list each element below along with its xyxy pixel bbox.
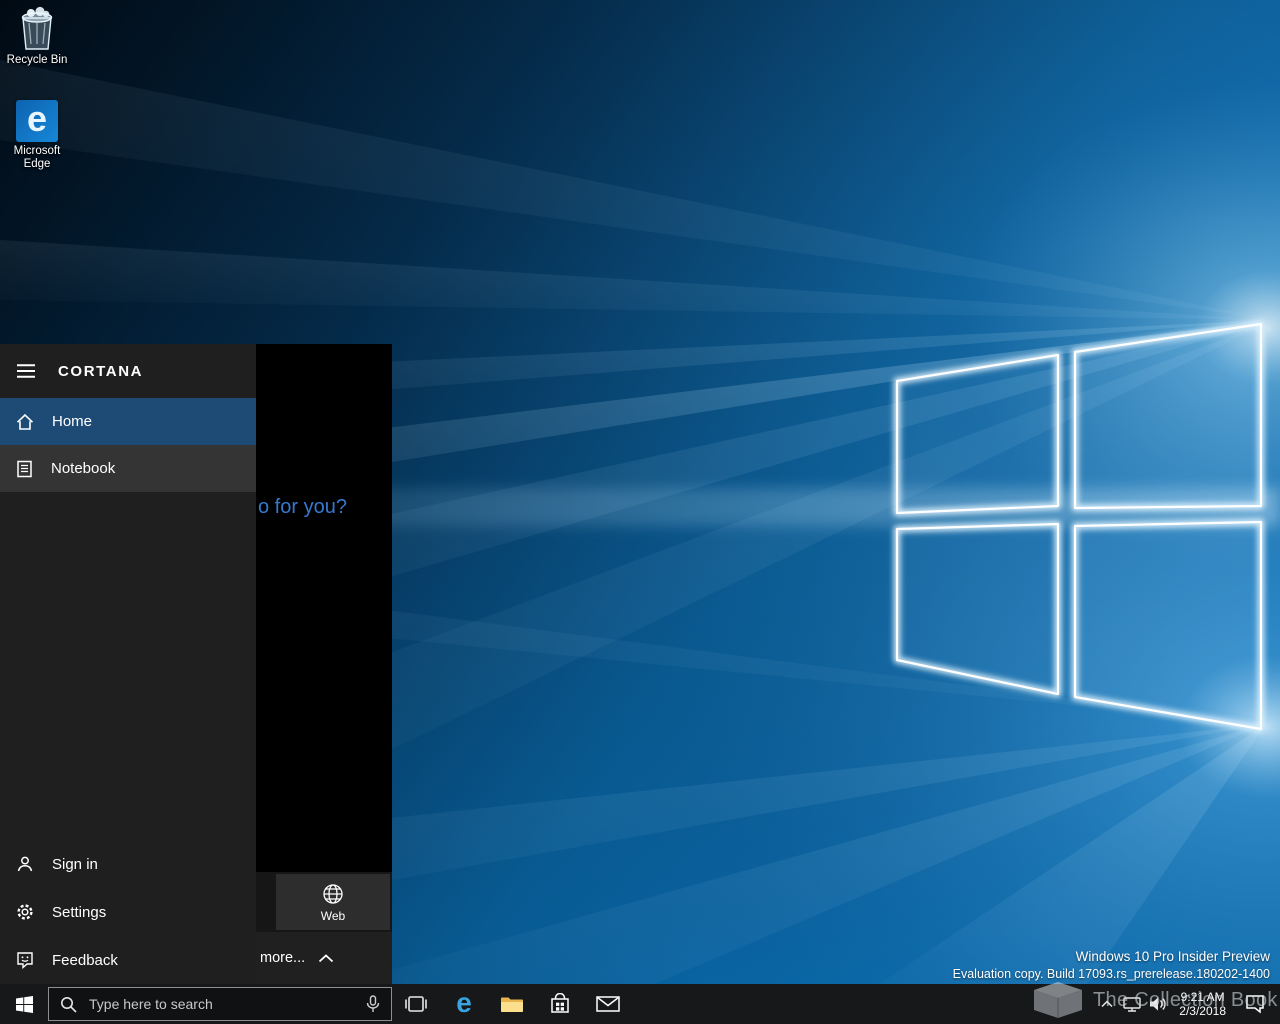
taskbar-clock[interactable]: 9:21 AM 2/3/2018 [1171,984,1234,1024]
windows-start-icon [16,996,33,1013]
volume-tray-button[interactable] [1145,984,1171,1024]
sidebar-item-label: Feedback [52,952,118,969]
action-center-icon [1245,994,1265,1014]
taskbar-search-box[interactable] [48,987,392,1021]
desktop-icon-label: Recycle Bin [7,54,68,67]
sidebar-item-sign-in[interactable]: Sign in [0,840,256,888]
desktop-icon-label: Microsoft Edge [0,145,74,171]
sidebar-item-home[interactable]: Home [0,398,256,445]
sidebar-item-label: Sign in [52,856,98,873]
task-view-icon [404,994,428,1014]
mail-icon [596,995,620,1013]
hamburger-icon [17,364,35,378]
see-more-label: more... [260,950,305,966]
hidden-icons-button[interactable] [1095,984,1119,1024]
desktop-icon-microsoft-edge[interactable]: e Microsoft Edge [0,100,74,171]
cortana-content-panel: o for you? Web more... [256,344,392,984]
cortana-filter-strip: Web more... [256,872,392,984]
sidebar-item-notebook[interactable]: Notebook [0,445,256,492]
sidebar-item-settings[interactable]: Settings [0,888,256,936]
taskbar-edge-button[interactable]: e [440,984,488,1024]
edge-icon: e [16,100,58,142]
see-more-button[interactable]: more... [256,932,392,984]
notebook-icon [16,460,33,478]
globe-icon [321,882,345,906]
taskbar: e [0,984,1280,1024]
build-watermark-line2: Evaluation copy. Build 17093.rs_prerelea… [953,966,1270,982]
feedback-smiley-icon [16,951,34,969]
cortana-header: CORTANA [0,344,256,398]
taskbar-file-explorer-button[interactable] [488,984,536,1024]
network-icon [1123,996,1141,1012]
search-icon [60,996,77,1013]
recycle-bin-icon [18,5,56,51]
cortana-footer-nav: Sign in Settings Feedback [0,840,256,984]
web-filter-button[interactable]: Web [276,874,390,930]
hamburger-menu-button[interactable] [13,360,39,382]
volume-icon [1149,996,1167,1012]
system-tray: 9:21 AM 2/3/2018 [1095,984,1280,1024]
sidebar-item-feedback[interactable]: Feedback [0,936,256,984]
microphone-icon[interactable] [366,995,380,1013]
search-input[interactable] [87,995,356,1013]
chevron-up-icon [318,954,334,963]
cortana-title: CORTANA [58,363,143,380]
sidebar-item-label: Notebook [51,460,115,477]
build-watermark: Windows 10 Pro Insider Preview Evaluatio… [953,948,1270,982]
gear-icon [16,903,34,921]
person-icon [16,855,34,873]
desktop-icon-recycle-bin[interactable]: Recycle Bin [0,5,74,67]
cortana-results-area: o for you? [256,344,392,872]
clock-date: 2/3/2018 [1179,1004,1226,1018]
sidebar-item-label: Settings [52,904,106,921]
build-watermark-line1: Windows 10 Pro Insider Preview [953,948,1270,966]
taskbar-mail-button[interactable] [584,984,632,1024]
start-button[interactable] [0,984,48,1024]
store-icon [549,993,571,1015]
action-center-button[interactable] [1234,984,1276,1024]
file-explorer-icon [500,994,524,1014]
cortana-greeting-partial-text: o for you? [258,496,347,519]
edge-icon: e [456,989,472,1017]
web-filter-label: Web [321,909,345,923]
task-view-button[interactable] [392,984,440,1024]
clock-time: 9:21 AM [1181,990,1225,1004]
cortana-sidebar: CORTANA Home Notebook Sign in [0,344,256,984]
network-tray-button[interactable] [1119,984,1145,1024]
desktop: Recycle Bin e Microsoft Edge o for you? … [0,0,1280,1024]
taskbar-store-button[interactable] [536,984,584,1024]
chevron-up-icon [1101,1000,1113,1008]
home-icon [16,413,34,431]
sidebar-item-label: Home [52,413,92,430]
